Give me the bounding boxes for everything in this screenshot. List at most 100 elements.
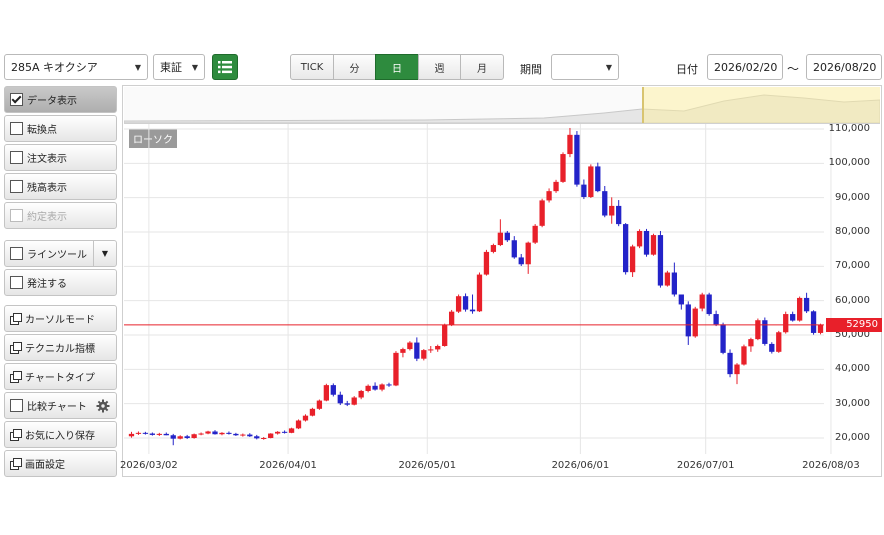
candle-up bbox=[783, 314, 789, 333]
candle-down bbox=[337, 394, 343, 404]
sidebar-item-cursor-mode[interactable]: カーソルモード bbox=[4, 305, 117, 332]
candle-down bbox=[803, 297, 810, 312]
sidebar-item-chart-type[interactable]: チャートタイプ bbox=[4, 363, 117, 390]
symbol-select[interactable]: 285A キオクシア ▼ bbox=[4, 54, 148, 80]
candle-down bbox=[727, 352, 733, 375]
candlestick-chart[interactable] bbox=[124, 124, 880, 476]
candle-down bbox=[254, 436, 260, 439]
candle-down bbox=[685, 304, 691, 337]
date-from-value: 2026/02/20 bbox=[714, 60, 778, 74]
candle-up bbox=[560, 154, 566, 182]
candle-up bbox=[435, 345, 441, 350]
list-icon bbox=[218, 61, 232, 74]
chart-navigator[interactable] bbox=[124, 87, 880, 124]
interval-tick-button[interactable]: TICK bbox=[290, 54, 334, 80]
sidebar-item-balance-display[interactable]: 残高表示 bbox=[4, 173, 117, 200]
candle-up bbox=[358, 390, 364, 398]
candle-up bbox=[295, 420, 302, 429]
candle-down bbox=[790, 314, 796, 321]
sidebar-item-label: カーソルモード bbox=[25, 315, 95, 326]
list-view-button[interactable] bbox=[212, 54, 238, 80]
checkbox-icon[interactable] bbox=[10, 247, 23, 260]
chevron-down-icon: ▼ bbox=[191, 62, 198, 72]
candle-down bbox=[671, 272, 678, 295]
interval-day-button[interactable]: 日 bbox=[375, 54, 419, 80]
candle-up bbox=[455, 296, 462, 312]
window-icon bbox=[10, 458, 22, 470]
candle-down bbox=[414, 342, 420, 359]
candle-up bbox=[302, 415, 309, 421]
candle-up bbox=[699, 294, 705, 309]
candle-down bbox=[595, 166, 601, 192]
window-icon bbox=[10, 313, 22, 325]
candle-up bbox=[428, 349, 434, 351]
x-axis-tick-label: 2026/06/01 bbox=[551, 460, 610, 471]
candle-down bbox=[657, 235, 664, 286]
checkbox-checked-icon[interactable] bbox=[10, 93, 23, 106]
gear-icon[interactable] bbox=[96, 399, 110, 413]
candle-down bbox=[184, 436, 190, 438]
interval-week-button[interactable]: 週 bbox=[418, 54, 461, 80]
sidebar-item-technical-indicators[interactable]: テクニカル指標 bbox=[4, 334, 117, 361]
chevron-down-icon[interactable]: ▼ bbox=[93, 241, 116, 266]
candle-up bbox=[476, 274, 483, 312]
y-axis-tick-label: 100,000 bbox=[828, 157, 870, 169]
checkbox-icon bbox=[10, 209, 23, 222]
candle-up bbox=[650, 235, 657, 255]
window-icon bbox=[10, 342, 22, 354]
candle-up bbox=[741, 346, 747, 365]
candle-up bbox=[421, 350, 427, 359]
candle-down bbox=[706, 294, 712, 315]
checkbox-icon[interactable] bbox=[10, 399, 23, 412]
period-select[interactable]: ▼ bbox=[551, 54, 619, 80]
candle-up bbox=[776, 332, 782, 352]
x-axis-tick-label: 2026/07/01 bbox=[676, 460, 735, 471]
sidebar-item-save-favorite[interactable]: お気に入り保存 bbox=[4, 421, 117, 448]
checkbox-icon[interactable] bbox=[10, 151, 23, 164]
sidebar-item-turning-point[interactable]: 転換点 bbox=[4, 115, 117, 142]
date-to-input[interactable]: 2026/08/20 bbox=[806, 54, 882, 80]
candle-up bbox=[177, 436, 183, 439]
sidebar-item-order-display[interactable]: 注文表示 bbox=[4, 144, 117, 171]
sidebar-item-label: 画面設定 bbox=[25, 460, 65, 471]
y-axis-tick-label: 30,000 bbox=[835, 397, 870, 409]
date-separator: ～ bbox=[787, 62, 800, 76]
candle-up bbox=[539, 200, 545, 226]
last-price-tag: 52950 bbox=[826, 317, 882, 332]
date-from-input[interactable]: 2026/02/20 bbox=[707, 54, 783, 80]
candle-up bbox=[525, 242, 531, 265]
candle-down bbox=[762, 320, 768, 344]
candle-down bbox=[720, 324, 726, 353]
candle-up bbox=[268, 433, 274, 438]
candle-up bbox=[567, 134, 573, 155]
interval-minute-button[interactable]: 分 bbox=[333, 54, 376, 80]
candle-up bbox=[323, 385, 330, 401]
sidebar-item-label: チャートタイプ bbox=[25, 373, 95, 384]
checkbox-icon[interactable] bbox=[10, 276, 23, 289]
candle-up bbox=[351, 397, 357, 405]
candle-down bbox=[372, 385, 378, 390]
candle-up bbox=[636, 230, 643, 247]
candle-up bbox=[274, 431, 281, 434]
candle-down bbox=[462, 296, 469, 310]
sidebar-item-place-order[interactable]: 発注する bbox=[4, 269, 117, 296]
candle-up bbox=[629, 246, 636, 273]
navigator-range-handle[interactable] bbox=[642, 87, 880, 123]
sidebar-item-data-display[interactable]: データ表示 bbox=[4, 86, 117, 113]
market-select[interactable]: 東証 ▼ bbox=[153, 54, 205, 80]
candle-down bbox=[602, 191, 608, 216]
candle-down bbox=[344, 403, 350, 405]
interval-month-button[interactable]: 月 bbox=[460, 54, 504, 80]
sidebar-item-line-tool[interactable]: ラインツール ▼ bbox=[4, 240, 117, 267]
sidebar-item-screen-settings[interactable]: 画面設定 bbox=[4, 450, 117, 477]
date-to-value: 2026/08/20 bbox=[813, 60, 877, 74]
sidebar-item-compare-chart[interactable]: 比較チャート bbox=[4, 392, 117, 419]
checkbox-icon[interactable] bbox=[10, 122, 23, 135]
checkbox-icon[interactable] bbox=[10, 180, 23, 193]
candle-up bbox=[442, 325, 448, 346]
candle-up bbox=[288, 428, 295, 433]
candle-down bbox=[810, 311, 817, 333]
candle-up bbox=[734, 364, 740, 375]
candle-down bbox=[713, 314, 719, 325]
candle-down bbox=[142, 432, 149, 434]
